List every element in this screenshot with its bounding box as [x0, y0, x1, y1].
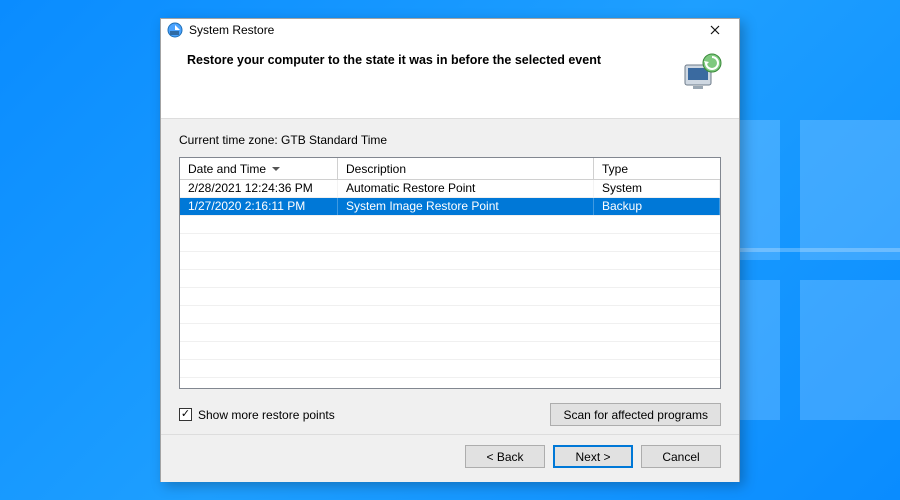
titlebar: System Restore — [161, 19, 739, 41]
close-button[interactable] — [699, 19, 731, 41]
cancel-button[interactable]: Cancel — [641, 445, 721, 468]
cell-type: System — [594, 180, 720, 197]
dialog-header: Restore your computer to the state it wa… — [161, 41, 739, 119]
table-row-empty — [180, 324, 720, 342]
system-restore-dialog: System Restore Restore your computer to … — [160, 18, 740, 482]
dialog-body: Current time zone: GTB Standard Time Dat… — [161, 119, 739, 434]
back-button[interactable]: < Back — [465, 445, 545, 468]
table-row-empty — [180, 288, 720, 306]
show-more-checkbox[interactable]: ✓ Show more restore points — [179, 408, 335, 422]
checkbox-label: Show more restore points — [198, 408, 335, 422]
cell-description: Automatic Restore Point — [338, 180, 594, 197]
column-header-type[interactable]: Type — [594, 158, 720, 179]
cell-type: Backup — [594, 198, 720, 215]
checkbox-box: ✓ — [179, 408, 192, 421]
table-row-empty — [180, 234, 720, 252]
table-row-empty — [180, 270, 720, 288]
table-row-empty — [180, 216, 720, 234]
table-row[interactable]: 1/27/2020 2:16:11 PMSystem Image Restore… — [180, 198, 720, 216]
table-row-empty — [180, 252, 720, 270]
below-table-row: ✓ Show more restore points Scan for affe… — [179, 403, 721, 426]
table-body: 2/28/2021 12:24:36 PMAutomatic Restore P… — [180, 180, 720, 378]
restore-header-icon — [679, 51, 723, 95]
window-title: System Restore — [189, 23, 274, 37]
timezone-label: Current time zone: GTB Standard Time — [179, 133, 721, 147]
scan-affected-button[interactable]: Scan for affected programs — [550, 403, 721, 426]
column-header-label: Date and Time — [188, 162, 266, 176]
table-row[interactable]: 2/28/2021 12:24:36 PMAutomatic Restore P… — [180, 180, 720, 198]
restore-points-table: Date and Time Description Type 2/28/2021… — [179, 157, 721, 389]
system-restore-icon — [167, 22, 183, 38]
table-header: Date and Time Description Type — [180, 158, 720, 180]
next-button[interactable]: Next > — [553, 445, 633, 468]
table-row-empty — [180, 360, 720, 378]
cell-description: System Image Restore Point — [338, 198, 594, 215]
cell-date: 2/28/2021 12:24:36 PM — [180, 180, 338, 197]
table-row-empty — [180, 342, 720, 360]
dialog-footer: < Back Next > Cancel — [161, 434, 739, 482]
cell-date: 1/27/2020 2:16:11 PM — [180, 198, 338, 215]
column-header-description[interactable]: Description — [338, 158, 594, 179]
column-header-date[interactable]: Date and Time — [180, 158, 338, 179]
table-row-empty — [180, 306, 720, 324]
dialog-heading: Restore your computer to the state it wa… — [187, 53, 667, 67]
